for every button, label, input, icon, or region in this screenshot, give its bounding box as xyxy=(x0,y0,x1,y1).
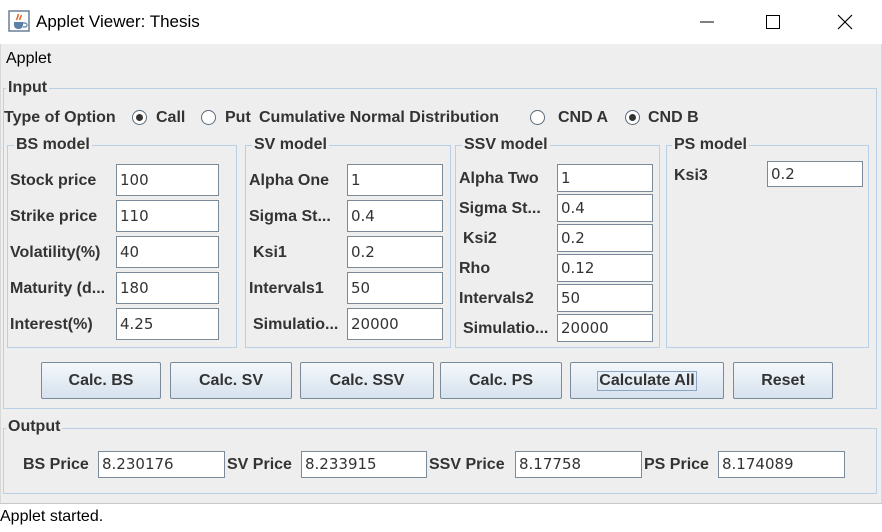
alpha-two-field[interactable]: 1 xyxy=(557,164,653,192)
cnd-a-radio[interactable] xyxy=(530,110,545,125)
bs-price-field[interactable]: 8.230176 xyxy=(98,451,225,478)
sigma-ssv-label: Sigma St... xyxy=(459,200,541,217)
call-label[interactable]: Call xyxy=(156,108,185,128)
stock-price-field[interactable]: 100 xyxy=(116,164,219,196)
calc-ps-button[interactable]: Calc. PS xyxy=(440,362,562,399)
minimize-button[interactable] xyxy=(672,0,742,44)
put-label[interactable]: Put xyxy=(225,108,251,128)
maturity-label: Maturity (d... xyxy=(10,280,106,297)
cnd-label: Cumulative Normal Distribution xyxy=(259,109,500,126)
interest-field[interactable]: 4.25 xyxy=(116,308,219,340)
cnd-b-radio[interactable] xyxy=(625,110,640,125)
status-bar: Applet started. xyxy=(0,503,882,532)
ksi1-field[interactable]: 0.2 xyxy=(347,236,443,268)
status-text: Applet started. xyxy=(0,508,104,525)
cnd-a-label[interactable]: CND A xyxy=(558,108,608,128)
type-of-option-label: Type of Option xyxy=(4,109,116,126)
calc-ssv-button[interactable]: Calc. SSV xyxy=(300,362,434,399)
sv-price-label: SV Price xyxy=(227,456,292,473)
rho-field[interactable]: 0.12 xyxy=(557,254,653,282)
stock-price-label: Stock price xyxy=(10,172,97,189)
close-icon xyxy=(837,14,853,30)
sv-model-legend: SV model xyxy=(252,136,329,154)
alpha-one-field[interactable]: 1 xyxy=(347,164,443,196)
strike-price-label: Strike price xyxy=(10,208,98,225)
simulations-ssv-label: Simulatio... xyxy=(463,320,549,337)
maturity-field[interactable]: 180 xyxy=(116,272,219,304)
call-radio[interactable] xyxy=(132,110,147,125)
maximize-icon xyxy=(766,15,780,29)
rho-label: Rho xyxy=(459,260,491,277)
ksi3-field[interactable]: 0.2 xyxy=(767,161,863,187)
calc-sv-button[interactable]: Calc. SV xyxy=(170,362,292,399)
alpha-one-label: Alpha One xyxy=(249,172,330,189)
ssv-price-field[interactable]: 8.17758 xyxy=(515,451,642,478)
ps-price-field[interactable]: 8.174089 xyxy=(718,451,845,478)
input-legend: Input xyxy=(6,79,50,97)
ps-model-legend: PS model xyxy=(672,136,749,154)
volatility-label: Volatility(%) xyxy=(10,244,101,261)
volatility-field[interactable]: 40 xyxy=(116,236,219,268)
minimize-icon xyxy=(700,21,714,23)
cnd-b-label[interactable]: CND B xyxy=(648,108,699,128)
ksi3-label: Ksi3 xyxy=(674,167,708,184)
window-title: Applet Viewer: Thesis xyxy=(36,12,200,31)
reset-button[interactable]: Reset xyxy=(733,362,833,399)
maximize-button[interactable] xyxy=(738,0,808,44)
put-radio[interactable] xyxy=(201,110,216,125)
ksi2-label: Ksi2 xyxy=(463,230,497,247)
intervals1-field[interactable]: 50 xyxy=(347,272,443,304)
ksi2-field[interactable]: 0.2 xyxy=(557,224,653,252)
ps-price-label: PS Price xyxy=(644,456,709,473)
sigma-sv-field[interactable]: 0.4 xyxy=(347,200,443,232)
intervals2-field[interactable]: 50 xyxy=(557,284,653,312)
java-cup-icon xyxy=(8,10,30,32)
sv-price-field[interactable]: 8.233915 xyxy=(301,451,427,478)
bs-model-legend: BS model xyxy=(14,136,92,154)
sigma-sv-label: Sigma St... xyxy=(249,208,331,225)
calc-bs-button[interactable]: Calc. BS xyxy=(41,362,161,399)
alpha-two-label: Alpha Two xyxy=(459,170,539,187)
strike-price-field[interactable]: 110 xyxy=(116,200,219,232)
calculate-all-label: Calculate All xyxy=(597,370,697,391)
close-button[interactable] xyxy=(810,0,880,44)
simulations-sv-field[interactable]: 20000 xyxy=(347,308,443,340)
intervals1-label: Intervals1 xyxy=(249,280,324,297)
ssv-price-label: SSV Price xyxy=(429,456,505,473)
calculate-all-button[interactable]: Calculate All xyxy=(570,362,724,399)
interest-label: Interest(%) xyxy=(10,316,93,333)
bs-price-label: BS Price xyxy=(23,456,89,473)
simulations-sv-label: Simulatio... xyxy=(253,316,339,333)
menu-applet[interactable]: Applet xyxy=(6,50,51,68)
sigma-ssv-field[interactable]: 0.4 xyxy=(557,194,653,222)
simulations-ssv-field[interactable]: 20000 xyxy=(557,314,653,342)
intervals2-label: Intervals2 xyxy=(459,290,534,307)
ssv-model-legend: SSV model xyxy=(462,136,550,154)
output-legend: Output xyxy=(6,418,63,436)
ksi1-label: Ksi1 xyxy=(253,244,287,261)
